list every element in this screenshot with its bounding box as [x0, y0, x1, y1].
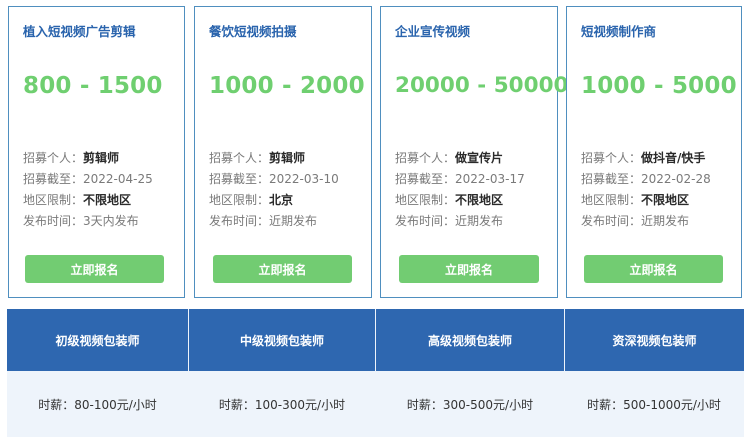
region-row: 地区限制：不限地区 [395, 190, 525, 211]
publish-label: 发布时间： [581, 214, 642, 228]
job-card: 植入短视频广告剪辑 800 - 1500 招募个人：剪辑师 招募截至：2022-… [8, 6, 185, 298]
apply-button[interactable]: 立即报名 [25, 255, 164, 283]
region-label: 地区限制： [395, 193, 456, 207]
job-card-meta: 招募个人：做宣传片 招募截至：2022-03-17 地区限制：不限地区 发布时间… [395, 148, 525, 232]
job-card-price: 20000 - 50000 [395, 73, 569, 98]
recruit-row: 招募个人：做宣传片 [395, 148, 525, 169]
job-card-meta: 招募个人：剪辑师 招募截至：2022-03-10 地区限制：北京 发布时间：近期… [209, 148, 339, 232]
region-row: 地区限制：不限地区 [23, 190, 153, 211]
level-pay: 时薪：100-300元/小时 [188, 371, 376, 437]
publish-label: 发布时间： [395, 214, 456, 228]
publish-value: 近期发布 [455, 214, 504, 228]
deadline-label: 招募截至： [581, 172, 642, 186]
column-divider [375, 309, 376, 371]
region-row: 地区限制：北京 [209, 190, 339, 211]
recruit-label: 招募个人： [209, 151, 270, 165]
level-pay: 时薪：500-1000元/小时 [564, 371, 744, 437]
apply-button[interactable]: 立即报名 [584, 255, 723, 283]
level-name: 高级视频包装师 [376, 309, 564, 371]
region-label: 地区限制： [581, 193, 642, 207]
level-name: 初级视频包装师 [7, 309, 188, 371]
publish-row: 发布时间：3天内发布 [23, 211, 153, 232]
job-card-price: 1000 - 2000 [209, 73, 365, 99]
job-card-title: 短视频制作商 [581, 24, 657, 39]
level-pay: 时薪：80-100元/小时 [7, 371, 188, 437]
level-pay: 时薪：300-500元/小时 [376, 371, 564, 437]
publish-label: 发布时间： [209, 214, 270, 228]
recruit-label: 招募个人： [581, 151, 642, 165]
level-table: 初级视频包装师 中级视频包装师 高级视频包装师 资深视频包装师 时薪：80-10… [7, 309, 744, 437]
recruit-row: 招募个人：剪辑师 [209, 148, 339, 169]
publish-value: 近期发布 [269, 214, 318, 228]
deadline-row: 招募截至：2022-03-10 [209, 169, 339, 190]
job-card-meta: 招募个人：做抖音/快手 招募截至：2022-02-28 地区限制：不限地区 发布… [581, 148, 711, 232]
recruit-value: 做宣传片 [455, 151, 504, 165]
job-card-title: 企业宣传视频 [395, 24, 471, 39]
recruit-row: 招募个人：做抖音/快手 [581, 148, 711, 169]
recruit-row: 招募个人：剪辑师 [23, 148, 153, 169]
job-card-title: 餐饮短视频拍摄 [209, 24, 297, 39]
deadline-label: 招募截至： [395, 172, 456, 186]
deadline-value: 2022-03-17 [455, 172, 525, 186]
job-card-price: 800 - 1500 [23, 73, 163, 99]
column-divider [564, 309, 565, 371]
level-name: 中级视频包装师 [189, 309, 375, 371]
recruit-value: 做抖音/快手 [641, 151, 706, 165]
apply-button[interactable]: 立即报名 [213, 255, 352, 283]
deadline-label: 招募截至： [23, 172, 84, 186]
publish-label: 发布时间： [23, 214, 84, 228]
publish-row: 发布时间：近期发布 [581, 211, 711, 232]
deadline-row: 招募截至：2022-04-25 [23, 169, 153, 190]
deadline-label: 招募截至： [209, 172, 270, 186]
region-label: 地区限制： [209, 193, 270, 207]
recruit-value: 剪辑师 [83, 151, 120, 165]
publish-row: 发布时间：近期发布 [395, 211, 525, 232]
deadline-value: 2022-03-10 [269, 172, 339, 186]
job-card-price: 1000 - 5000 [581, 73, 737, 99]
apply-button[interactable]: 立即报名 [399, 255, 539, 283]
region-value: 不限地区 [641, 193, 690, 207]
region-value: 北京 [269, 193, 294, 207]
recruit-value: 剪辑师 [269, 151, 306, 165]
level-name: 资深视频包装师 [565, 309, 744, 371]
publish-row: 发布时间：近期发布 [209, 211, 339, 232]
publish-value: 3天内发布 [83, 214, 139, 228]
deadline-value: 2022-04-25 [83, 172, 153, 186]
job-card: 餐饮短视频拍摄 1000 - 2000 招募个人：剪辑师 招募截至：2022-0… [194, 6, 372, 298]
deadline-row: 招募截至：2022-02-28 [581, 169, 711, 190]
deadline-value: 2022-02-28 [641, 172, 711, 186]
region-value: 不限地区 [83, 193, 132, 207]
publish-value: 近期发布 [641, 214, 690, 228]
recruit-label: 招募个人： [395, 151, 456, 165]
region-label: 地区限制： [23, 193, 84, 207]
region-value: 不限地区 [455, 193, 504, 207]
job-card-meta: 招募个人：剪辑师 招募截至：2022-04-25 地区限制：不限地区 发布时间：… [23, 148, 153, 232]
job-card-title: 植入短视频广告剪辑 [23, 24, 136, 39]
deadline-row: 招募截至：2022-03-17 [395, 169, 525, 190]
column-divider [188, 309, 189, 371]
job-cards: 植入短视频广告剪辑 800 - 1500 招募个人：剪辑师 招募截至：2022-… [0, 0, 749, 305]
job-card: 短视频制作商 1000 - 5000 招募个人：做抖音/快手 招募截至：2022… [566, 6, 742, 298]
region-row: 地区限制：不限地区 [581, 190, 711, 211]
recruit-label: 招募个人： [23, 151, 84, 165]
job-card: 企业宣传视频 20000 - 50000 招募个人：做宣传片 招募截至：2022… [380, 6, 569, 298]
